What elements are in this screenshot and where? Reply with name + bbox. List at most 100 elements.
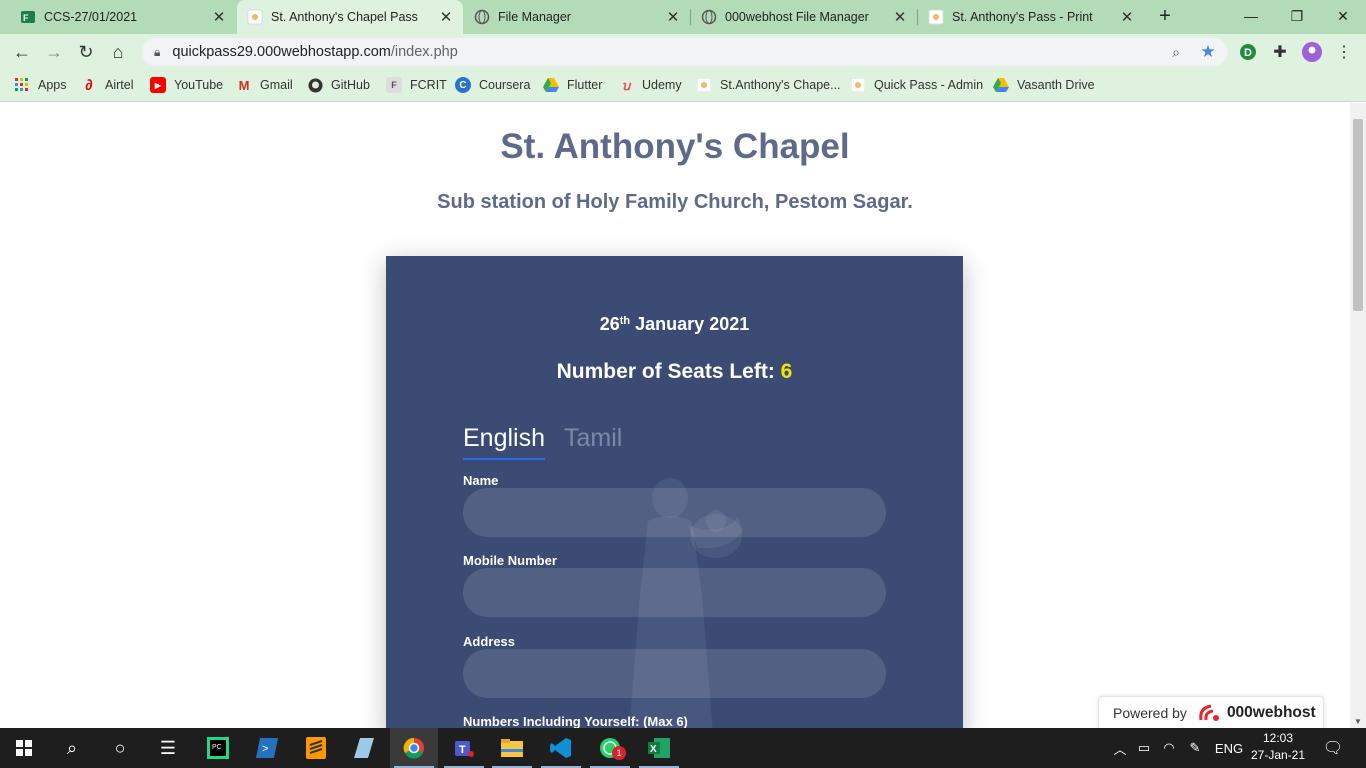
clock[interactable]: 12:03 27-Jan-21 bbox=[1248, 730, 1308, 766]
language-indicator[interactable]: ENG bbox=[1214, 728, 1244, 768]
name-label: Name bbox=[463, 473, 499, 488]
tab-title: St. Anthony's Pass - Print bbox=[952, 10, 1093, 24]
wifi-icon[interactable]: ◠ bbox=[1158, 728, 1180, 768]
minimize-button[interactable]: — bbox=[1228, 0, 1274, 32]
teams-app[interactable]: T bbox=[440, 728, 488, 768]
file-explorer-app[interactable] bbox=[488, 728, 536, 768]
folder-icon bbox=[501, 739, 523, 757]
powered-by-badge[interactable]: Powered by 000webhost bbox=[1098, 696, 1324, 728]
pycharm-app[interactable]: PC bbox=[194, 728, 242, 768]
tab-title: St. Anthony's Chapel Pass bbox=[271, 10, 418, 24]
bookmark-fcrit[interactable]: F FCRIT bbox=[386, 70, 447, 100]
whatsapp-app[interactable]: 1 bbox=[586, 728, 634, 768]
notes-app[interactable] bbox=[340, 728, 388, 768]
tab-file-manager[interactable]: File Manager ✕ bbox=[464, 0, 690, 34]
tab-english[interactable]: English bbox=[463, 424, 545, 460]
fcrit-icon: F bbox=[386, 77, 402, 93]
bookmark-vasanth-drive[interactable]: Vasanth Drive bbox=[993, 70, 1095, 100]
apps-grid-icon bbox=[14, 77, 30, 93]
close-window-button[interactable]: ✕ bbox=[1320, 0, 1366, 32]
address-label: Address bbox=[463, 634, 516, 649]
menu-kebab-icon[interactable]: ⋮ bbox=[1334, 42, 1354, 62]
close-icon[interactable]: ✕ bbox=[893, 8, 907, 26]
home-button[interactable]: ⌂ bbox=[104, 38, 132, 66]
page-viewport: St. Anthony's Chapel Sub station of Holy… bbox=[0, 103, 1350, 728]
page-scrollbar[interactable]: ▼ bbox=[1350, 103, 1366, 728]
tab-chapel-pass[interactable]: St. Anthony's Chapel Pass ✕ bbox=[237, 0, 463, 34]
restore-button[interactable]: ❐ bbox=[1274, 0, 1320, 32]
new-tab-button[interactable]: + bbox=[1155, 6, 1175, 26]
chrome-app[interactable] bbox=[390, 728, 438, 768]
chapel-favicon-icon bbox=[928, 9, 944, 25]
extensions-puzzle-icon[interactable]: ✚ bbox=[1270, 42, 1290, 62]
show-hidden-icons-button[interactable]: ︿ bbox=[1110, 728, 1130, 768]
pen-icon[interactable]: ✎ bbox=[1184, 728, 1206, 768]
bookmark-gmail[interactable]: M Gmail bbox=[236, 70, 293, 100]
tab-tamil[interactable]: Tamil bbox=[564, 424, 622, 453]
pass-form-card: 26th January 2021 Number of Seats Left: … bbox=[386, 256, 963, 728]
bookmark-apps[interactable]: Apps bbox=[14, 70, 67, 100]
search-icon: ⌕ bbox=[66, 737, 78, 758]
bookmark-label: Vasanth Drive bbox=[1017, 78, 1095, 92]
excel-app[interactable]: X bbox=[635, 728, 683, 768]
start-button[interactable] bbox=[0, 728, 48, 768]
bookmark-coursera[interactable]: C Coursera bbox=[455, 70, 530, 100]
task-view-button[interactable]: ☰ bbox=[144, 728, 192, 768]
bookmark-youtube[interactable]: ▶ YouTube bbox=[150, 70, 223, 100]
scroll-down-arrow-icon[interactable]: ▼ bbox=[1354, 717, 1362, 726]
back-button[interactable]: ← bbox=[8, 38, 36, 66]
close-icon[interactable]: ✕ bbox=[1120, 8, 1134, 26]
address-input[interactable] bbox=[463, 649, 886, 698]
vscode-icon bbox=[550, 738, 571, 758]
tab-ccs[interactable]: F CCS-27/01/2021 ✕ bbox=[10, 0, 236, 34]
svg-text:PC: PC bbox=[212, 744, 222, 751]
mobile-input[interactable] bbox=[463, 568, 886, 617]
bookmark-label: Coursera bbox=[479, 78, 531, 92]
lock-icon: 🔒︎ bbox=[154, 44, 161, 59]
tab-000webhost-file-manager[interactable]: 000webhost File Manager ✕ bbox=[691, 0, 917, 34]
bookmark-label: Apps bbox=[38, 78, 67, 92]
bookmark-github[interactable]: GitHub bbox=[307, 70, 370, 100]
powered-by-text: Powered by bbox=[1113, 705, 1187, 721]
powered-brand: 000webhost bbox=[1226, 704, 1316, 721]
svg-text:D: D bbox=[1244, 47, 1252, 59]
star-bookmark-icon[interactable]: ★ bbox=[1198, 42, 1218, 62]
svg-text:X: X bbox=[650, 744, 657, 755]
tab-pass-print[interactable]: St. Anthony's Pass - Print ✕ bbox=[918, 0, 1144, 34]
search-button[interactable]: ⌕ bbox=[48, 728, 96, 768]
bookmark-airtel[interactable]: ∂ Airtel bbox=[81, 70, 133, 100]
bookmark-flutter[interactable]: Flutter bbox=[543, 70, 602, 100]
numbers-label: Numbers Including Yourself: (Max 6) bbox=[463, 714, 688, 728]
profile-avatar[interactable] bbox=[1302, 42, 1322, 62]
pycharm-icon: PC bbox=[207, 737, 229, 759]
gmail-icon: M bbox=[238, 77, 250, 93]
cortana-button[interactable]: ○ bbox=[96, 728, 144, 768]
bookmark-quick-pass-admin[interactable]: Quick Pass - Admin bbox=[850, 70, 983, 100]
chapel-favicon-icon bbox=[247, 9, 263, 25]
address-bar[interactable]: 🔒︎ quickpass29.000webhostapp.com/index.p… bbox=[142, 38, 1228, 66]
scrollbar-thumb[interactable] bbox=[1353, 119, 1363, 311]
zoom-icon[interactable]: ⌕ bbox=[1166, 42, 1186, 62]
name-input[interactable] bbox=[463, 488, 886, 537]
close-icon[interactable]: ✕ bbox=[666, 8, 680, 26]
close-icon[interactable]: ✕ bbox=[439, 8, 453, 26]
browser-toolbar: ← → ↻ ⌂ 🔒︎ quickpass29.000webhostapp.com… bbox=[0, 34, 1366, 70]
extension-d-icon[interactable]: D bbox=[1238, 42, 1258, 62]
forward-button[interactable]: → bbox=[40, 38, 68, 66]
notification-badge: 1 bbox=[612, 746, 626, 760]
vscode-app[interactable] bbox=[537, 728, 585, 768]
battery-icon[interactable]: ▭ bbox=[1134, 728, 1154, 768]
clock-time: 12:03 bbox=[1262, 731, 1294, 745]
service-date: 26th January 2021 bbox=[386, 314, 963, 335]
close-icon[interactable]: ✕ bbox=[212, 8, 226, 26]
bookmark-udemy[interactable]: ꭒ Udemy bbox=[618, 70, 682, 100]
reload-button[interactable]: ↻ bbox=[72, 38, 100, 66]
notification-center-icon[interactable]: 🗨︎ bbox=[1318, 728, 1348, 768]
bookmark-label: Udemy bbox=[642, 78, 682, 92]
bookmark-st-anthony[interactable]: St.Anthony's Chape... bbox=[696, 70, 841, 100]
powershell-app[interactable]: > bbox=[243, 728, 291, 768]
tab-title: 000webhost File Manager bbox=[725, 10, 869, 24]
page-title: St. Anthony's Chapel bbox=[500, 127, 850, 166]
sublime-app[interactable] bbox=[292, 728, 340, 768]
mobile-label: Mobile Number bbox=[463, 553, 557, 568]
